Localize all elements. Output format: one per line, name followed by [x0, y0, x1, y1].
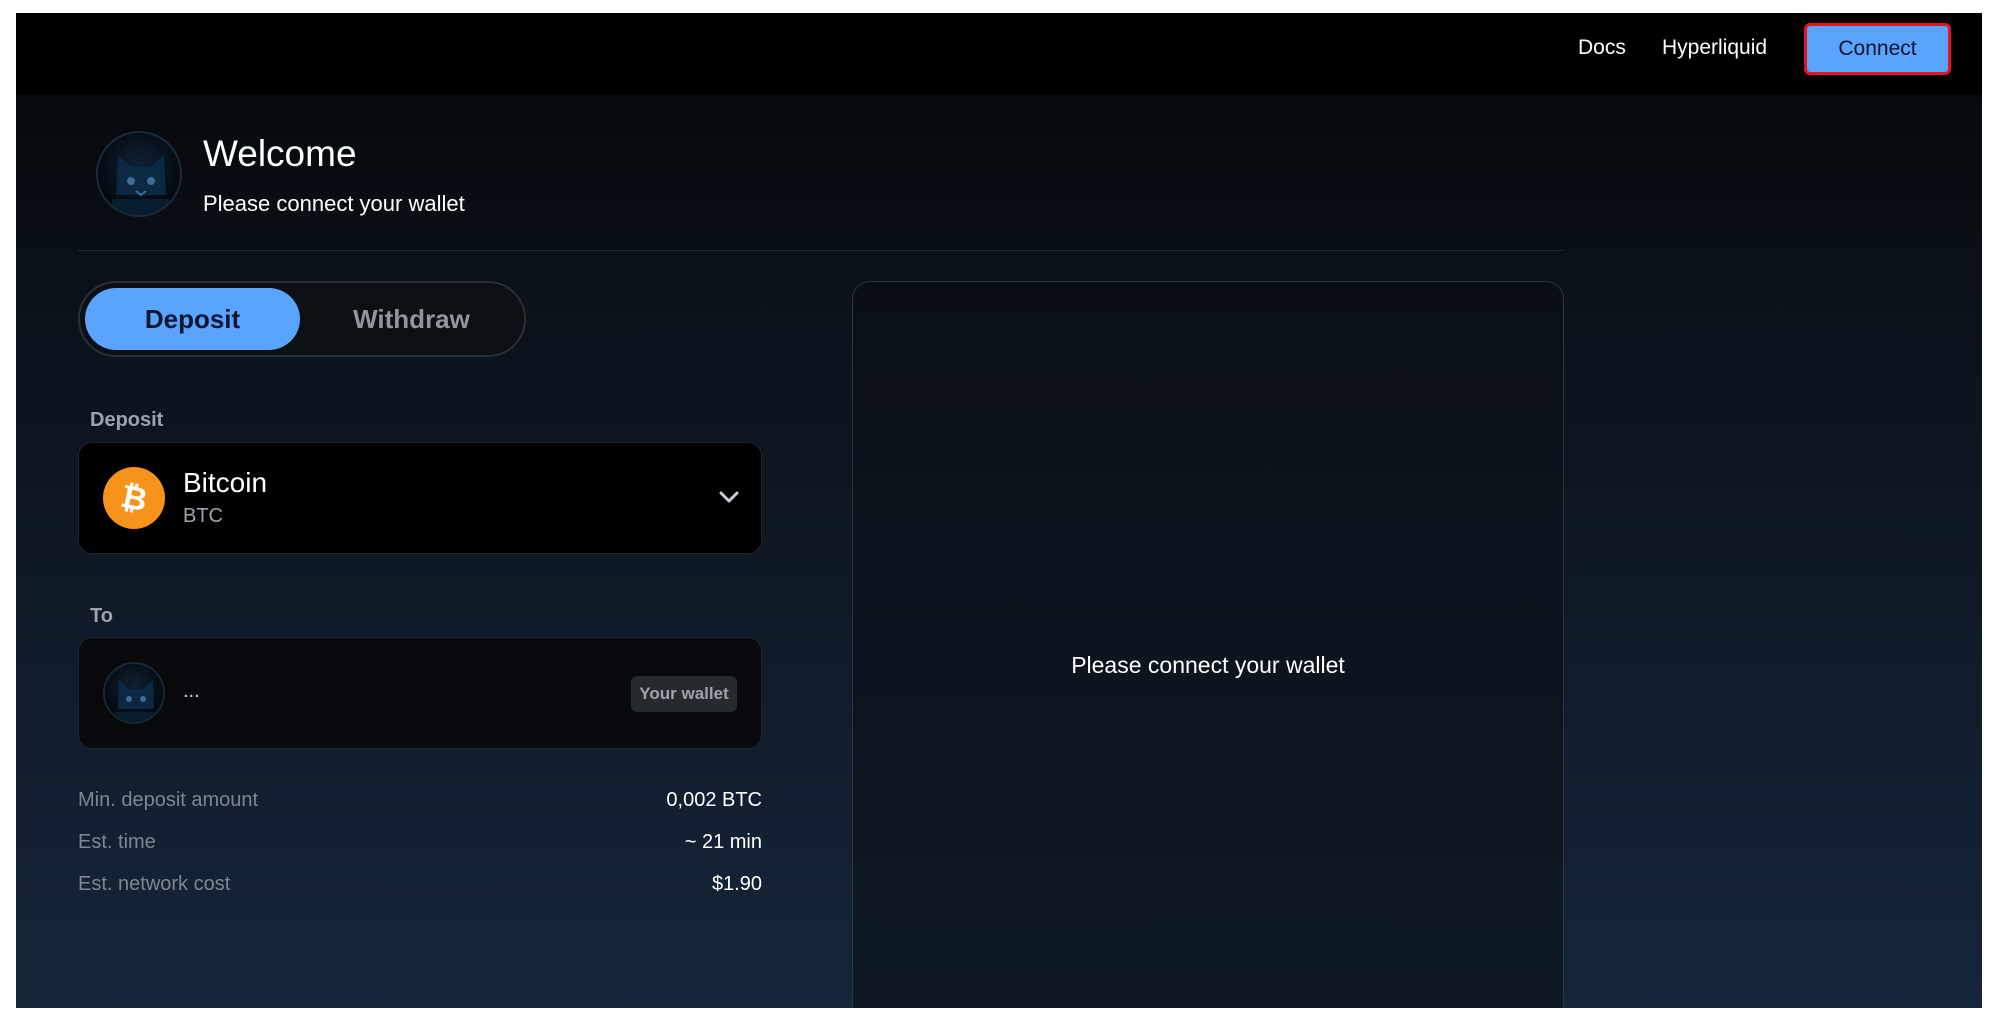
header-divider — [78, 250, 1563, 251]
info-label: Est. network cost — [78, 873, 231, 895]
info-row-est-time: Est. time ~ 21 min — [78, 831, 762, 861]
tab-deposit[interactable]: Deposit — [85, 288, 300, 350]
deposit-withdraw-toggle: Deposit Withdraw — [78, 281, 526, 357]
app-frame: Docs Hyperliquid Connect Welcome Please … — [16, 13, 1982, 1008]
profile-avatar — [96, 131, 182, 217]
docs-link[interactable]: Docs — [1578, 36, 1626, 60]
bitcoin-icon: ₿ — [103, 467, 165, 529]
info-row-min-deposit: Min. deposit amount 0,002 BTC — [78, 789, 762, 819]
connect-button[interactable]: Connect — [1804, 23, 1951, 75]
top-navbar: Docs Hyperliquid Connect — [16, 13, 1982, 95]
hyperliquid-link[interactable]: Hyperliquid — [1662, 36, 1767, 60]
page-title: Welcome — [203, 133, 357, 174]
connect-wallet-message: Please connect your wallet — [1071, 652, 1345, 678]
svg-text:₿: ₿ — [117, 478, 150, 518]
tab-withdraw[interactable]: Withdraw — [304, 288, 519, 350]
deposit-label: Deposit — [90, 409, 164, 431]
info-row-network-cost: Est. network cost $1.90 — [78, 873, 762, 903]
wallet-panel: Please connect your wallet — [852, 281, 1564, 1008]
info-label: Est. time — [78, 831, 156, 853]
asset-symbol: BTC — [183, 505, 223, 527]
page-subtitle: Please connect your wallet — [203, 191, 465, 216]
wallet-avatar — [103, 662, 165, 724]
cat-mascot-icon — [112, 155, 170, 215]
destination-wallet-field: ... Your wallet — [78, 637, 762, 749]
asset-name: Bitcoin — [183, 467, 268, 498]
chevron-down-icon — [719, 491, 739, 503]
your-wallet-badge: Your wallet — [631, 676, 737, 712]
info-value: ~ 21 min — [684, 831, 762, 853]
wallet-address: ... — [183, 680, 200, 702]
info-value: $1.90 — [711, 873, 762, 895]
asset-select[interactable]: ₿ Bitcoin BTC — [78, 442, 762, 554]
info-value: 0,002 BTC — [666, 789, 762, 811]
to-label: To — [90, 605, 113, 627]
cat-mascot-icon — [115, 680, 157, 722]
info-label: Min. deposit amount — [78, 789, 259, 811]
